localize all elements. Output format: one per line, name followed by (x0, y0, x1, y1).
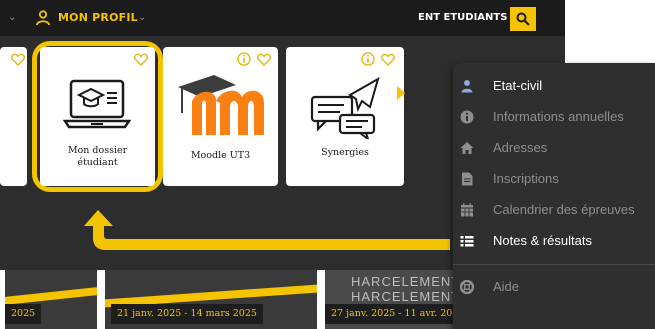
info-icon (460, 110, 474, 124)
search-icon (516, 12, 530, 26)
event-thumbnail[interactable]: HARCELEMENT HARCELEMENT 27 janv. 2025 - … (325, 270, 473, 329)
heart-icon[interactable] (11, 53, 25, 66)
lifebuoy-icon (460, 280, 474, 294)
decorative-band (5, 287, 97, 305)
tile-label: Moodle UT3 (190, 150, 251, 161)
menu-item-label: Informations annuelles (493, 109, 624, 124)
menu-item-label: Adresses (493, 140, 548, 155)
event-thumbnail[interactable]: 21 janv. 2025 - 14 mars 2025 (105, 270, 317, 329)
top-bar: ⌄ MON PROFIL ⌄ ENT ETUDIANTS (0, 0, 565, 36)
menu-divider (453, 264, 655, 265)
event-thumbnail[interactable]: 2025 (5, 270, 97, 329)
thumbnail-overlay-text: HARCELEMENT (351, 289, 461, 304)
thumbnail-overlay-text: HARCELEMENT (351, 274, 461, 289)
info-icon[interactable] (237, 52, 251, 66)
event-date: 2025 (5, 304, 42, 324)
menu-item-inscriptions[interactable]: Inscriptions (453, 165, 655, 193)
heart-icon[interactable] (381, 53, 395, 66)
app-tile-moodle[interactable]: Moodle UT3 (163, 47, 278, 186)
app-tile-partial[interactable] (0, 47, 27, 186)
menu-item-calendrier[interactable]: Calendrier des épreuves (453, 196, 655, 224)
menu-item-notes-resultats[interactable]: Notes & résultats (453, 227, 655, 255)
menu-item-label: Calendrier des épreuves (493, 202, 635, 217)
moodle-logo-icon (178, 75, 264, 135)
menu-item-aide[interactable]: Aide (453, 273, 655, 301)
home-icon (460, 142, 474, 154)
menu-item-etat-civil[interactable]: Etat-civil (453, 72, 655, 100)
app-tile-synergies[interactable]: Synergies (286, 47, 404, 186)
file-icon (462, 172, 473, 186)
menu-item-label: Notes & résultats (493, 233, 592, 248)
menu-item-informations-annuelles[interactable]: Informations annuelles (453, 103, 655, 131)
tile-label: Mon dossier étudiant (67, 145, 128, 168)
user-icon (461, 80, 473, 93)
caret-right-icon (397, 86, 405, 100)
pointer-arrow-icon (84, 210, 450, 250)
menu-item-label: Inscriptions (493, 171, 559, 186)
calendar-icon (461, 203, 473, 217)
profile-dropdown-menu: Etat-civil Informations annuelles Adress… (453, 63, 655, 329)
heart-icon[interactable] (134, 53, 148, 66)
info-icon[interactable] (361, 52, 375, 66)
heart-icon[interactable] (257, 53, 271, 66)
event-date: 21 janv. 2025 - 14 mars 2025 (111, 304, 263, 324)
chat-paper-plane-icon (310, 77, 380, 139)
tile-label: Synergies (321, 147, 369, 158)
menu-item-label: Aide (493, 279, 520, 294)
search-button[interactable] (510, 7, 536, 31)
event-date: 27 janv. 2025 - 11 avr. 2025 (325, 304, 471, 324)
profile-menu-button[interactable]: MON PROFIL (58, 11, 138, 24)
user-icon (36, 10, 50, 26)
ent-etudiants-link[interactable]: ENT ETUDIANTS (418, 12, 507, 23)
screen: ⌄ MON PROFIL ⌄ ENT ETUDIANTS Mon dossier… (0, 0, 655, 329)
menu-item-label: Etat-civil (493, 78, 543, 93)
laptop-graduation-icon (63, 79, 131, 129)
chevron-down-icon[interactable]: ⌄ (8, 12, 16, 23)
app-tile-mon-dossier[interactable]: Mon dossier étudiant (40, 47, 155, 186)
chevron-down-icon[interactable]: ⌄ (138, 12, 146, 23)
list-icon (460, 236, 474, 247)
menu-item-adresses[interactable]: Adresses (453, 134, 655, 162)
